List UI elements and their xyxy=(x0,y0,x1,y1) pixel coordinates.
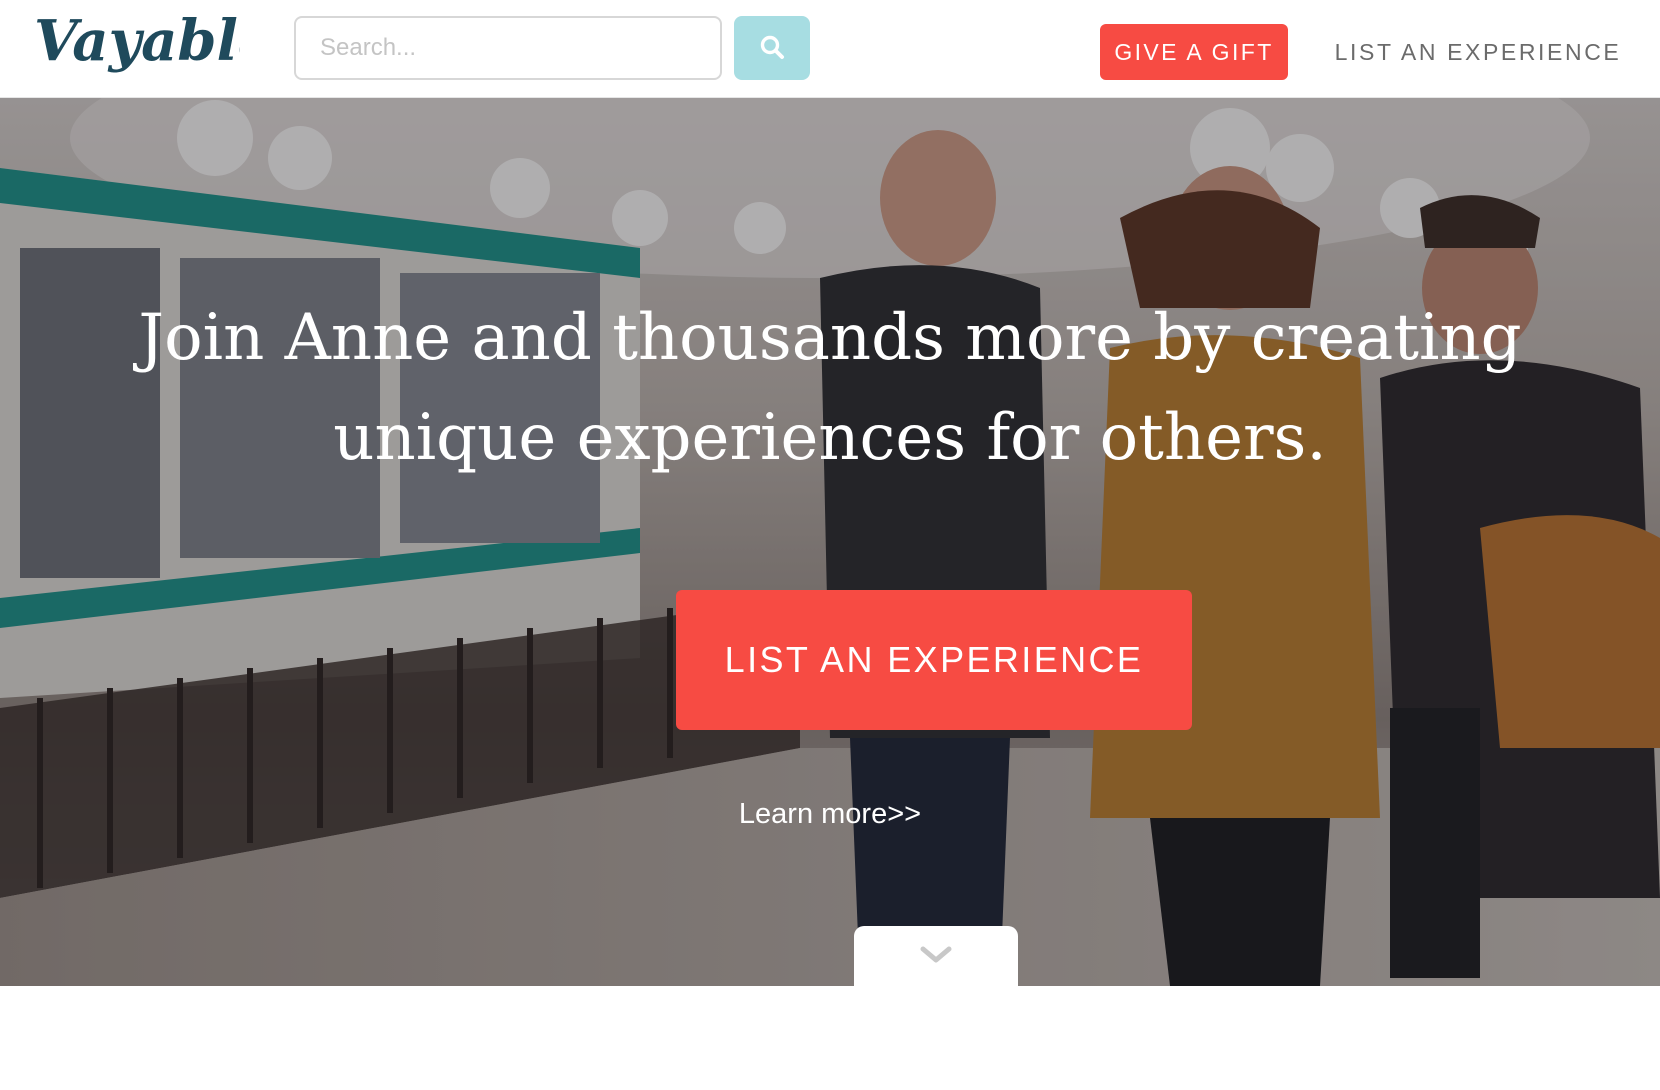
vayable-logo[interactable]: Vayable xyxy=(30,2,240,88)
search-button[interactable] xyxy=(734,16,810,80)
logo-text: Vayable xyxy=(34,8,240,74)
hero-headline-line-1: Join Anne and thousands more by creating xyxy=(138,301,1522,375)
nav-list-an-experience-link[interactable]: LIST AN EXPERIENCE xyxy=(1320,24,1636,80)
search-input[interactable] xyxy=(294,16,722,80)
site-header: Vayable GIVE A GIFT LIST AN EXPERIENCE xyxy=(0,0,1660,98)
hero-section: Join Anne and thousands more by creating… xyxy=(0,98,1660,986)
give-a-gift-button[interactable]: GIVE A GIFT xyxy=(1100,24,1288,80)
hero-dark-overlay xyxy=(0,98,1660,986)
hero-headline: Join Anne and thousands more by creating… xyxy=(0,288,1660,488)
page-content-area xyxy=(0,986,1660,1090)
scroll-down-button[interactable] xyxy=(854,926,1018,986)
learn-more-link[interactable]: Learn more>> xyxy=(0,798,1660,831)
hero-headline-line-2: unique experiences for others. xyxy=(333,401,1327,475)
list-an-experience-cta-button[interactable]: LIST AN EXPERIENCE xyxy=(676,590,1192,730)
search-icon xyxy=(759,34,785,63)
chevron-down-icon xyxy=(919,944,953,971)
